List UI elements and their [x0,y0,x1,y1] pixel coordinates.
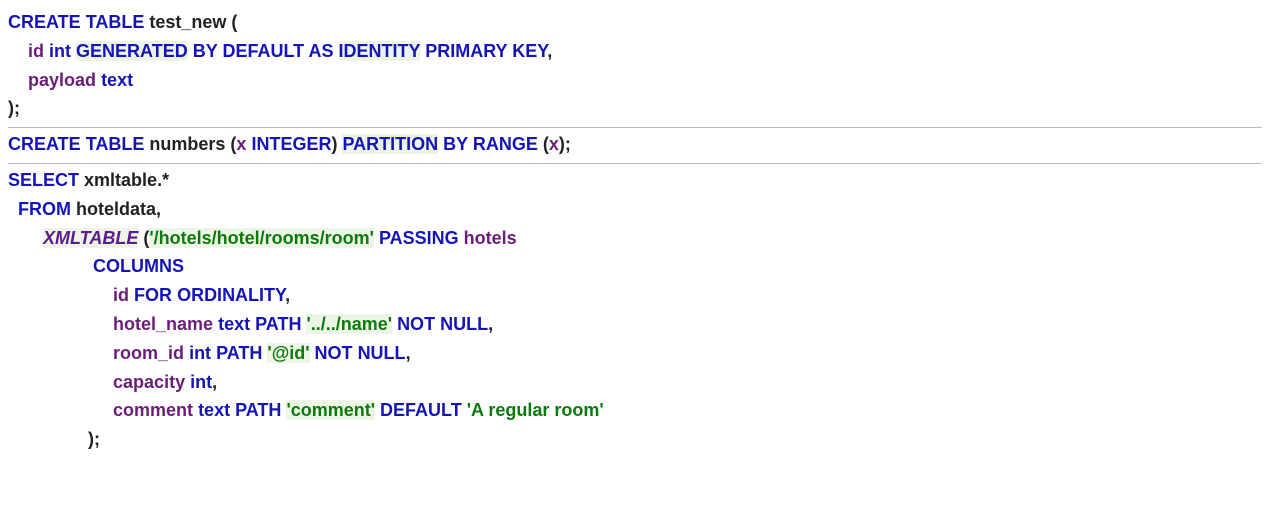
keyword-ordinality: ORDINALITY [177,285,285,305]
col-x: x [549,134,559,154]
string-name-path: '../../name' [306,314,392,334]
comma: , [406,343,411,363]
keyword-passing: PASSING [379,228,459,248]
type-int: int [49,41,71,61]
string-comment-path: 'comment' [286,400,375,420]
keyword-not: NOT [397,314,435,334]
comma: , [547,41,552,61]
keyword-create: CREATE [8,134,81,154]
col-x: x [236,134,246,154]
keyword-generated: GENERATED [76,41,188,61]
col-comment: comment [113,400,193,420]
code-line: FROM hoteldata, [8,195,1262,224]
code-line: capacity int, [8,368,1262,397]
string-id-path: '@id' [267,343,309,363]
type-int: int [189,343,211,363]
keyword-create: CREATE [8,12,81,32]
keyword-for: FOR [134,285,172,305]
code-block-1: CREATE TABLE test_new ( id int GENERATED… [8,6,1262,127]
col-id: id [28,41,44,61]
col-payload: payload [28,70,96,90]
close-paren-sc: ); [559,134,571,154]
type-int: int [190,372,212,392]
keyword-null: NULL [440,314,488,334]
comma: , [488,314,493,334]
string-xpath: '/hotels/hotel/rooms/room' [149,228,374,248]
keyword-path: PATH [255,314,301,334]
keyword-by: BY [193,41,218,61]
comma: , [285,285,290,305]
type-text: text [218,314,250,334]
fn-xmltable: XMLTABLE [43,228,138,248]
keyword-identity: IDENTITY [339,41,421,61]
code-block-2: CREATE TABLE numbers (x INTEGER) PARTITI… [8,128,1262,163]
code-line: id FOR ORDINALITY, [8,281,1262,310]
code-line: hotel_name text PATH '../../name' NOT NU… [8,310,1262,339]
ident-xmltable: xmltable [84,170,157,190]
paren-close: ) [331,134,337,154]
col-room-id: room_id [113,343,184,363]
code-line: XMLTABLE ('/hotels/hotel/rooms/room' PAS… [8,224,1262,253]
ident-test-new: test_new [149,12,226,32]
code-line: ); [8,94,1262,123]
dot-star: .* [157,170,169,190]
ident-hotels: hotels [464,228,517,248]
col-hotel-name: hotel_name [113,314,213,334]
col-id: id [113,285,129,305]
keyword-range: RANGE [473,134,538,154]
code-line: CREATE TABLE numbers (x INTEGER) PARTITI… [8,130,1262,159]
keyword-default: DEFAULT [380,400,462,420]
keyword-not: NOT [315,343,353,363]
ident-hoteldata: hoteldata [76,199,156,219]
keyword-columns: COLUMNS [93,256,184,276]
keyword-table: TABLE [86,12,145,32]
ident-numbers: numbers [149,134,225,154]
paren-open: ( [231,12,237,32]
code-line: SELECT xmltable.* [8,166,1262,195]
keyword-null: NULL [358,343,406,363]
code-line: comment text PATH 'comment' DEFAULT 'A r… [8,396,1262,425]
string-default: 'A regular room' [467,400,604,420]
col-capacity: capacity [113,372,185,392]
close-paren-sc: ); [88,429,100,449]
code-line: COLUMNS [8,252,1262,281]
comma: , [212,372,217,392]
code-line: CREATE TABLE test_new ( [8,8,1262,37]
keyword-partition: PARTITION [342,134,438,154]
type-text: text [101,70,133,90]
keyword-path: PATH [216,343,262,363]
code-line: room_id int PATH '@id' NOT NULL, [8,339,1262,368]
keyword-by: BY [443,134,468,154]
code-line: payload text [8,66,1262,95]
type-integer: INTEGER [251,134,331,154]
keyword-primary: PRIMARY [425,41,507,61]
keyword-table: TABLE [86,134,145,154]
code-line: id int GENERATED BY DEFAULT AS IDENTITY … [8,37,1262,66]
close-paren-sc: ); [8,98,20,118]
keyword-as: AS [308,41,333,61]
keyword-key: KEY [512,41,547,61]
type-text: text [198,400,230,420]
keyword-default: DEFAULT [222,41,304,61]
code-block-3: SELECT xmltable.* FROM hoteldata, XMLTAB… [8,164,1262,458]
code-line: ); [8,425,1262,454]
keyword-from: FROM [18,199,71,219]
keyword-select: SELECT [8,170,79,190]
comma: , [156,199,161,219]
keyword-path: PATH [235,400,281,420]
